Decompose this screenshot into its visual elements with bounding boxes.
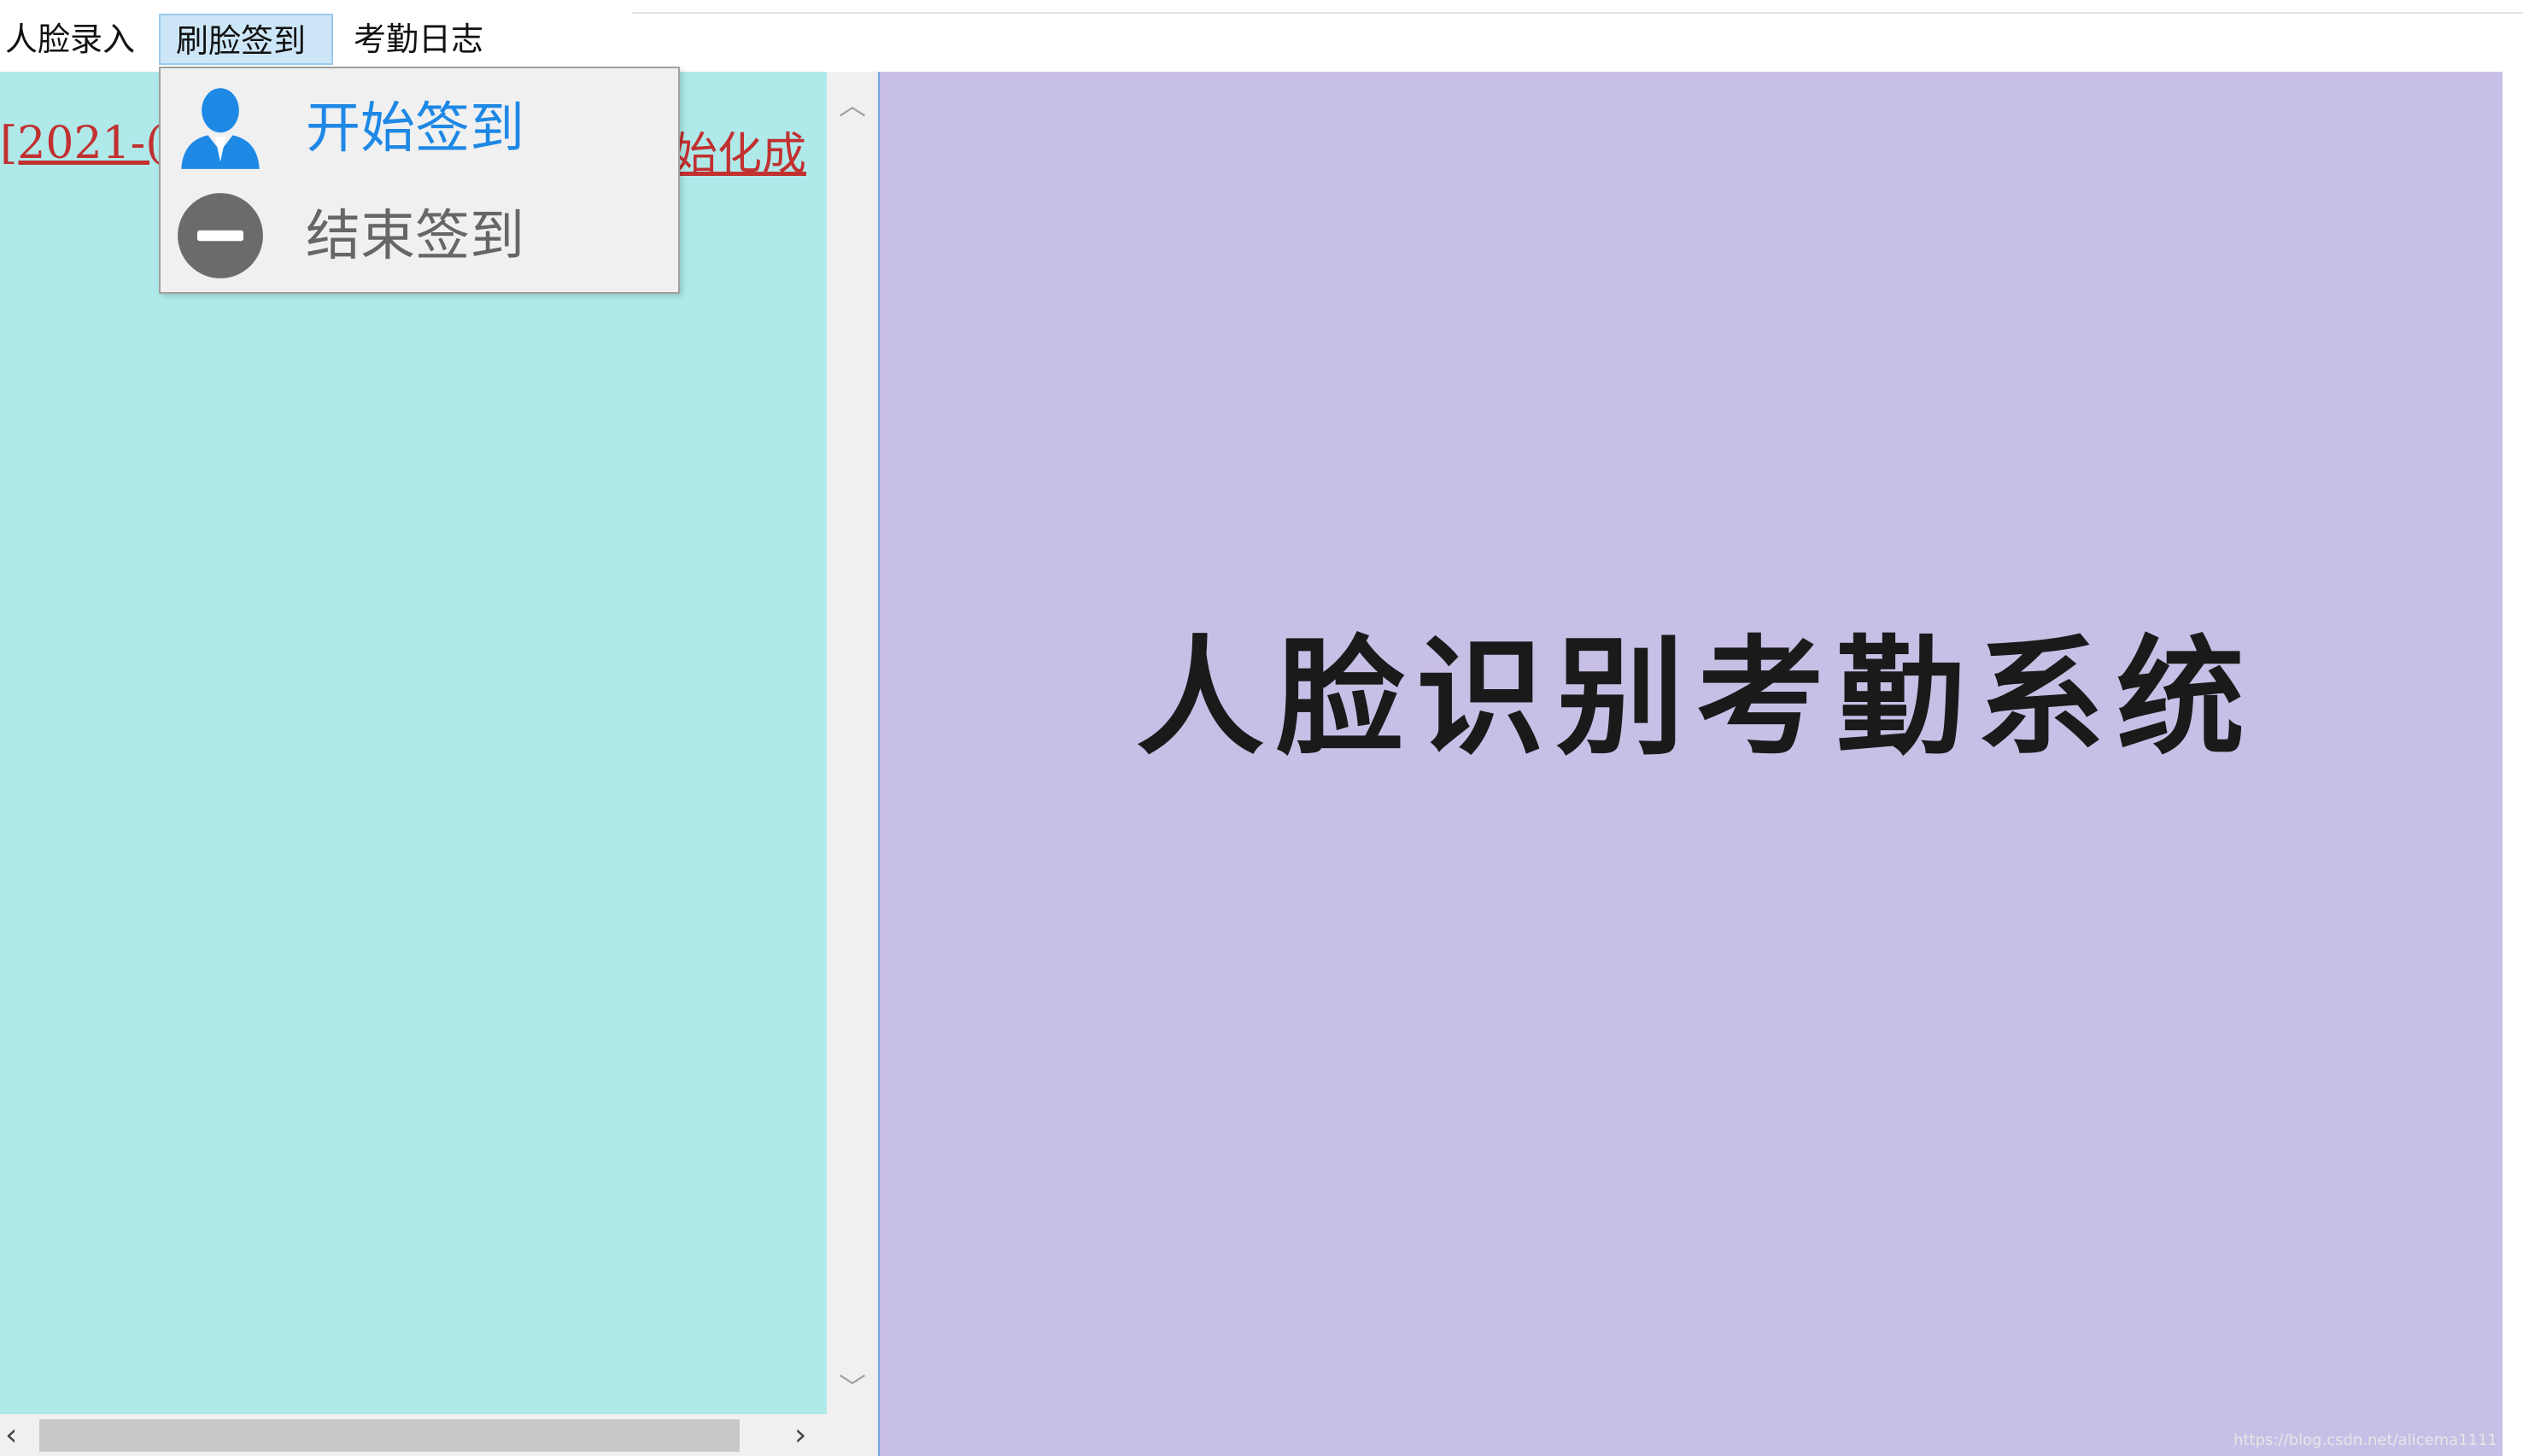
horizontal-scrollbar[interactable]: ‹ › [0, 1414, 827, 1456]
user-icon [181, 88, 260, 169]
window-edge: https://blog.csdn.net/alicema1111 [2233, 72, 2523, 1456]
menu-face-checkin[interactable]: 刷脸签到 [159, 14, 333, 65]
end-checkin-label: 结束签到 [306, 205, 524, 268]
scroll-up-icon[interactable]: ︿ [827, 84, 878, 123]
menu-attendance-log[interactable]: 考勤日志 [338, 14, 512, 65]
scroll-right-icon[interactable]: › [794, 1414, 806, 1456]
log-line-end: 始化成 [673, 129, 807, 180]
main-display-panel: 人脸识别考勤系统 [880, 72, 2503, 1456]
top-divider [632, 12, 2523, 14]
scrollbar-corner [827, 1414, 878, 1456]
minus-circle-icon [178, 193, 263, 278]
start-checkin-label: 开始签到 [306, 97, 524, 161]
checkin-dropdown-menu: 开始签到 结束签到 [159, 67, 680, 294]
horizontal-scroll-thumb[interactable] [39, 1419, 740, 1452]
watermark: https://blog.csdn.net/alicema1111 [2233, 1431, 2497, 1449]
scroll-down-icon[interactable]: ﹀ [827, 1366, 878, 1406]
menu-item-end-checkin[interactable]: 结束签到 [161, 181, 678, 284]
scroll-left-icon[interactable]: ‹ [5, 1414, 17, 1456]
menu-face-enroll[interactable]: 人脸录入 [0, 14, 154, 65]
system-title: 人脸识别考勤系统 [1136, 623, 2257, 773]
vertical-scrollbar[interactable]: ︿ ﹀ [827, 72, 878, 1414]
menu-item-start-checkin[interactable]: 开始签到 [161, 73, 678, 176]
menu-bar: 人脸录入 刷脸签到 考勤日志 [0, 0, 2523, 68]
log-line-start: [2021-( [0, 118, 163, 169]
